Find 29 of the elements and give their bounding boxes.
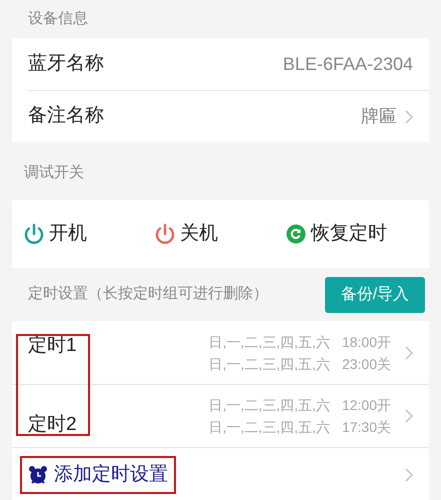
switch-button[interactable]: 开机 (24, 220, 155, 248)
section-header: 定时设置（长按定时组可进行删除） (28, 284, 268, 304)
refresh-icon (286, 224, 306, 244)
chevron-icon (405, 346, 413, 360)
schedule-days: 日,一,二,三,四,五,六 (208, 395, 330, 415)
alarm-clock-icon (28, 465, 48, 485)
schedule-days: 日,一,二,三,四,五,六 (208, 332, 330, 352)
chevron-icon (405, 409, 413, 423)
schedule-time: 18:00开 (342, 332, 391, 352)
section-header: 设备信息 (28, 8, 88, 29)
chevron-icon (405, 468, 413, 482)
row-label: 蓝牙名称 (28, 52, 105, 76)
row-value: BLE-6FAA-2304 (282, 52, 413, 76)
power-icon (155, 223, 175, 245)
chevron-icon (405, 110, 413, 124)
row-value: 牌匾 (361, 105, 397, 128)
schedule-time: 23:00关 (342, 354, 391, 374)
schedule-time: 17:30关 (342, 418, 391, 437)
timer-name[interactable]: 定时1 (28, 332, 209, 373)
timer-name[interactable]: 定时2 (28, 392, 209, 440)
schedule-days: 日,一,二,三,四,五,六 (208, 417, 330, 437)
row-label: 备注名称 (28, 104, 105, 128)
power-icon (24, 223, 44, 245)
schedule-days: 日,一,二,三,四,五,六 (208, 354, 330, 374)
add-timer-button[interactable]: 添加定时设置 (20, 456, 176, 494)
schedule-time: 12:00开 (342, 396, 391, 415)
switch-button[interactable]: 关机 (155, 220, 286, 248)
switch-button[interactable]: 恢复定时 (286, 220, 387, 248)
section-header: 调试开关 (24, 162, 84, 183)
